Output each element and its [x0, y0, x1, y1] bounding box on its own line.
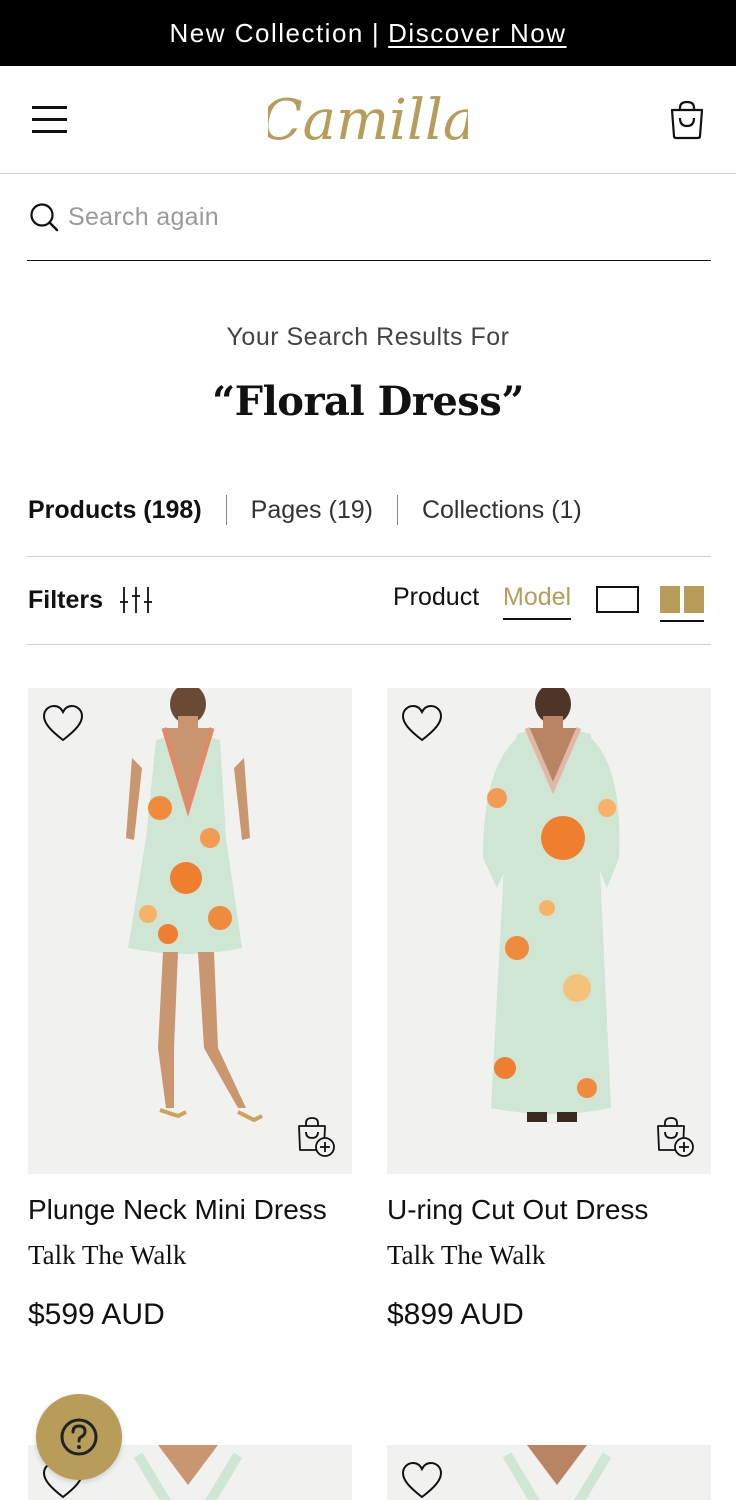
product-price: $599 AUD — [28, 1298, 165, 1331]
tab-products[interactable]: Products (198) — [28, 496, 202, 525]
announcement-bar: New Collection | Discover Now — [0, 0, 736, 66]
search-term: “Floral Dress” — [212, 378, 524, 425]
camilla-logo: Camilla — [268, 88, 468, 153]
product-price: $899 AUD — [387, 1298, 524, 1331]
product-image[interactable] — [387, 688, 711, 1174]
product-image[interactable] — [28, 688, 352, 1174]
heart-icon[interactable] — [42, 704, 84, 744]
shopping-bag-icon[interactable] — [668, 100, 706, 140]
result-tabs: Products (198) Pages (19) Collections (1… — [28, 490, 582, 530]
tab-collections[interactable]: Collections (1) — [422, 496, 582, 525]
product-collection: Talk The Walk — [387, 1240, 546, 1270]
view-product-option[interactable]: Product — [393, 583, 479, 612]
search-icon[interactable] — [29, 202, 59, 232]
discover-now-link[interactable]: Discover Now — [388, 18, 566, 49]
product-name[interactable]: U-ring Cut Out Dress — [387, 1194, 648, 1226]
announcement-separator: | — [371, 17, 381, 48]
logo[interactable]: Camilla — [0, 66, 736, 174]
results-subtitle: Your Search Results For — [226, 323, 510, 351]
add-to-bag-icon[interactable] — [296, 1116, 336, 1158]
heart-icon[interactable] — [401, 1461, 443, 1500]
model-maxi-dress-image — [387, 688, 711, 1174]
product-card — [387, 1445, 711, 1500]
filters-label: Filters — [28, 585, 104, 614]
search-input[interactable] — [68, 194, 698, 240]
help-button[interactable] — [36, 1394, 122, 1480]
product-collection: Talk The Walk — [28, 1240, 187, 1270]
announcement-text: New Collection — [169, 17, 364, 48]
tab-divider — [225, 495, 227, 525]
filters-button[interactable]: Filters — [28, 584, 153, 616]
add-to-bag-icon[interactable] — [655, 1116, 695, 1158]
svg-text:Camilla: Camilla — [268, 88, 468, 153]
tab-divider — [396, 495, 398, 525]
heart-icon[interactable] — [401, 704, 443, 744]
question-mark-icon — [60, 1418, 98, 1456]
divider — [27, 644, 711, 645]
two-column-grid-icon[interactable] — [660, 586, 704, 622]
view-model-option[interactable]: Model — [503, 583, 572, 620]
tab-pages[interactable]: Pages (19) — [251, 496, 373, 525]
model-mini-dress-image — [28, 688, 352, 1174]
site-header: Camilla — [0, 66, 736, 174]
search-bar — [27, 180, 711, 261]
single-column-grid-icon[interactable] — [596, 586, 639, 613]
sliders-icon — [120, 587, 153, 613]
divider — [27, 556, 711, 557]
product-name[interactable]: Plunge Neck Mini Dress — [28, 1194, 327, 1226]
